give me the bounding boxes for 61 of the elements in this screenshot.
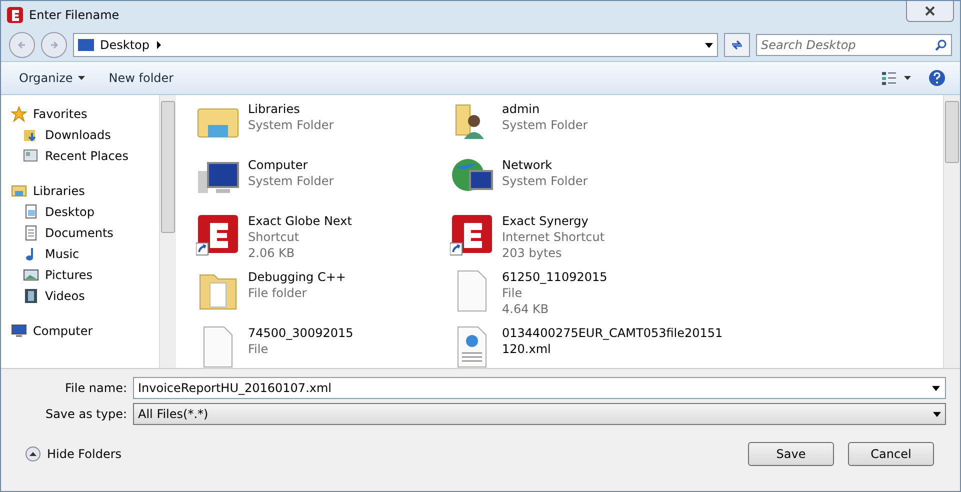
document-icon — [23, 224, 39, 240]
view-options-icon[interactable] — [882, 71, 912, 85]
shortcut-icon — [196, 213, 240, 257]
desktop-icon — [23, 204, 39, 220]
file-item[interactable]: Debugging C++ File folder — [196, 269, 450, 325]
file-item[interactable]: 74500_30092015 File — [196, 325, 450, 368]
save-button[interactable]: Save — [748, 442, 834, 466]
organize-button[interactable]: Organize — [15, 68, 89, 88]
close-button[interactable] — [906, 1, 954, 22]
picture-icon — [23, 266, 39, 282]
window-title: Enter Filename — [29, 8, 120, 22]
refresh-icon — [730, 39, 744, 51]
sidebar-item[interactable]: Videos — [11, 285, 159, 306]
save-type-dropdown[interactable]: All Files(*.*) — [133, 403, 946, 425]
library-icon — [11, 182, 27, 198]
address-bar[interactable]: Desktop — [73, 33, 718, 57]
sidebar-item[interactable]: Recent Places — [11, 145, 159, 166]
file-item[interactable]: Exact Globe Next Shortcut 2.06 KB — [196, 213, 450, 269]
dropdown-caret-icon — [933, 412, 941, 416]
scrollbar[interactable] — [159, 95, 176, 368]
left-arrow-icon — [17, 40, 27, 50]
desktop-icon — [78, 39, 94, 51]
file-item[interactable]: admin System Folder — [450, 101, 943, 157]
sidebar-item[interactable]: Libraries — [11, 180, 159, 201]
file-name-field[interactable]: InvoiceReportHU_20160107.xml — [133, 377, 946, 399]
address-location: Desktop — [100, 38, 150, 52]
search-field[interactable]: Search Desktop — [756, 34, 952, 56]
sidebar-item[interactable]: Documents — [11, 222, 159, 243]
sidebar-item[interactable]: Pictures — [11, 264, 159, 285]
sidebar-item[interactable]: Favorites — [11, 103, 159, 124]
computer-icon — [11, 322, 27, 338]
app-logo-icon — [7, 7, 23, 23]
dropdown-caret-icon — [705, 42, 713, 48]
refresh-button[interactable] — [724, 33, 750, 57]
cancel-button[interactable]: Cancel — [848, 442, 934, 466]
help-icon[interactable] — [928, 69, 946, 87]
save-type-label: Save as type: — [44, 407, 127, 421]
hide-folders-button[interactable]: Hide Folders — [19, 445, 128, 463]
dropdown-caret-icon[interactable] — [932, 386, 940, 391]
video-icon — [23, 288, 39, 304]
search-icon — [935, 39, 947, 51]
caret-icon — [78, 76, 85, 80]
file-item[interactable]: Exact Synergy Internet Shortcut 203 bytes — [450, 213, 943, 269]
file-item[interactable]: Libraries System Folder — [196, 101, 450, 157]
close-icon — [925, 6, 935, 16]
file-name-label: File name: — [64, 381, 127, 395]
star-icon — [11, 106, 27, 122]
right-arrow-icon — [49, 40, 59, 50]
file-item[interactable]: Network System Folder — [450, 157, 943, 213]
file-item[interactable]: 61250_11092015 File 4.64 KB — [450, 269, 943, 325]
file-item[interactable]: Computer System Folder — [196, 157, 450, 213]
file-item[interactable]: 0134400275EUR_CAMT053file20151120.xml — [450, 325, 943, 368]
scrollbar[interactable] — [943, 95, 960, 368]
sidebar-item[interactable]: Computer — [11, 320, 159, 341]
sidebar-item[interactable]: Desktop — [11, 201, 159, 222]
recent-icon — [23, 148, 39, 164]
new-folder-button[interactable]: New folder — [104, 68, 178, 88]
sidebar-item[interactable]: Downloads — [11, 124, 159, 145]
caret-icon — [156, 41, 162, 49]
shortcut-icon — [450, 213, 494, 257]
sidebar-item[interactable]: Music — [11, 243, 159, 264]
